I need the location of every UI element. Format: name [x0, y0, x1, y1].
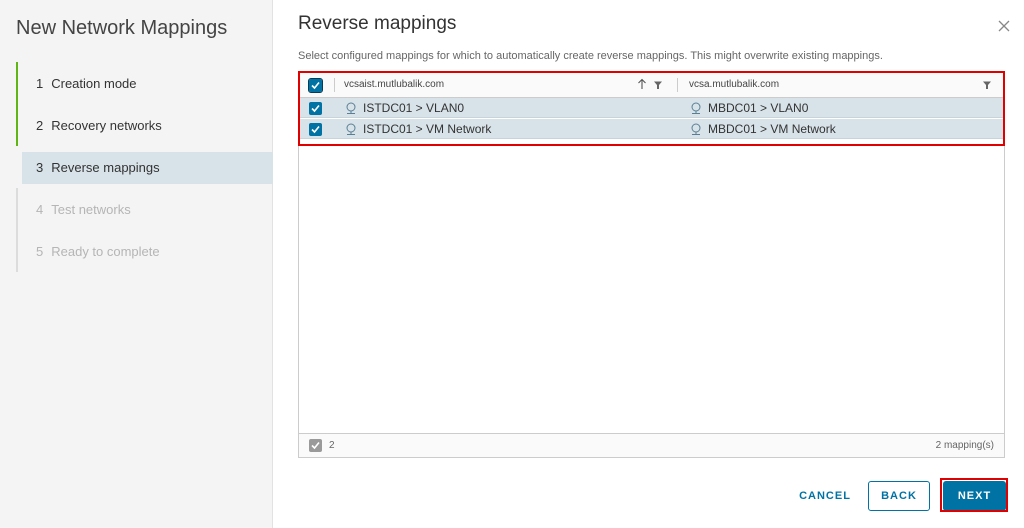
step-label: Reverse mappings — [51, 159, 160, 175]
step-number: 2 — [36, 117, 44, 133]
step-recovery-networks[interactable]: 2 Recovery networks — [16, 104, 273, 146]
page-description: Select configured mappings for which to … — [298, 50, 883, 62]
column-header-source[interactable]: vcsaist.mutlubalik.com — [344, 79, 444, 90]
mappings-grid: vcsaist.mutlubalik.com vcsa.mutlubalik.c… — [298, 71, 1005, 458]
row-checkbox[interactable] — [309, 102, 322, 115]
row-checkbox[interactable] — [309, 123, 322, 136]
check-icon — [311, 125, 320, 134]
page-title: Reverse mappings — [298, 13, 457, 34]
target-network-cell: MBDC01 > VLAN0 — [689, 101, 808, 115]
step-label: Recovery networks — [51, 117, 162, 133]
grid-header: vcsaist.mutlubalik.com vcsa.mutlubalik.c… — [299, 72, 1004, 98]
target-network-label: MBDC01 > VM Network — [708, 122, 836, 136]
total-mappings: 2 mapping(s) — [935, 440, 994, 451]
filter-icon[interactable] — [653, 80, 663, 90]
selection-count-icon — [309, 439, 322, 452]
select-all-checkbox[interactable] — [308, 78, 323, 93]
step-number: 5 — [36, 243, 44, 259]
table-row[interactable]: ISTDC01 > VM Network MBDC01 > VM Network — [299, 119, 1004, 139]
step-number: 4 — [36, 201, 44, 217]
step-label: Creation mode — [51, 75, 137, 91]
source-network-label: ISTDC01 > VM Network — [363, 122, 492, 136]
close-icon[interactable] — [996, 18, 1012, 34]
source-network-label: ISTDC01 > VLAN0 — [363, 101, 465, 115]
target-network-label: MBDC01 > VLAN0 — [708, 101, 809, 115]
grid-footer: 2 2 mapping(s) — [299, 433, 1004, 457]
wizard-nav: New Network Mappings 1 Creation mode 2 R… — [0, 0, 273, 528]
main-panel: Reverse mappings Select configured mappi… — [274, 0, 1024, 528]
step-reverse-mappings[interactable]: 3 Reverse mappings — [16, 146, 273, 188]
step-label: Test networks — [51, 201, 131, 217]
network-icon — [691, 123, 701, 135]
back-button[interactable]: BACK — [868, 481, 930, 511]
step-test-networks: 4 Test networks — [16, 188, 273, 230]
table-row[interactable]: ISTDC01 > VLAN0 MBDC01 > VLAN0 — [299, 98, 1004, 118]
check-icon — [311, 81, 320, 90]
column-separator — [677, 78, 678, 92]
network-icon — [346, 123, 356, 135]
step-creation-mode[interactable]: 1 Creation mode — [16, 62, 273, 104]
step-ready-to-complete: 5 Ready to complete — [16, 230, 273, 272]
step-number: 3 — [36, 159, 44, 175]
sort-ascending-icon[interactable] — [637, 78, 647, 90]
step-label: Ready to complete — [51, 243, 160, 259]
check-icon — [311, 104, 320, 113]
step-number: 1 — [36, 75, 44, 91]
network-icon — [346, 102, 356, 114]
source-network-cell: ISTDC01 > VM Network — [344, 122, 491, 136]
network-icon — [691, 102, 701, 114]
next-button[interactable]: NEXT — [943, 481, 1006, 511]
target-network-cell: MBDC01 > VM Network — [689, 122, 836, 136]
column-separator — [334, 78, 335, 92]
source-network-cell: ISTDC01 > VLAN0 — [344, 101, 464, 115]
wizard-steps: 1 Creation mode 2 Recovery networks 3 Re… — [16, 62, 273, 272]
wizard-title: New Network Mappings — [16, 17, 228, 39]
column-header-target[interactable]: vcsa.mutlubalik.com — [689, 79, 779, 90]
selected-count: 2 — [329, 440, 335, 451]
filter-icon[interactable] — [982, 80, 992, 90]
check-icon — [311, 441, 320, 450]
cancel-button[interactable]: CANCEL — [791, 481, 859, 511]
